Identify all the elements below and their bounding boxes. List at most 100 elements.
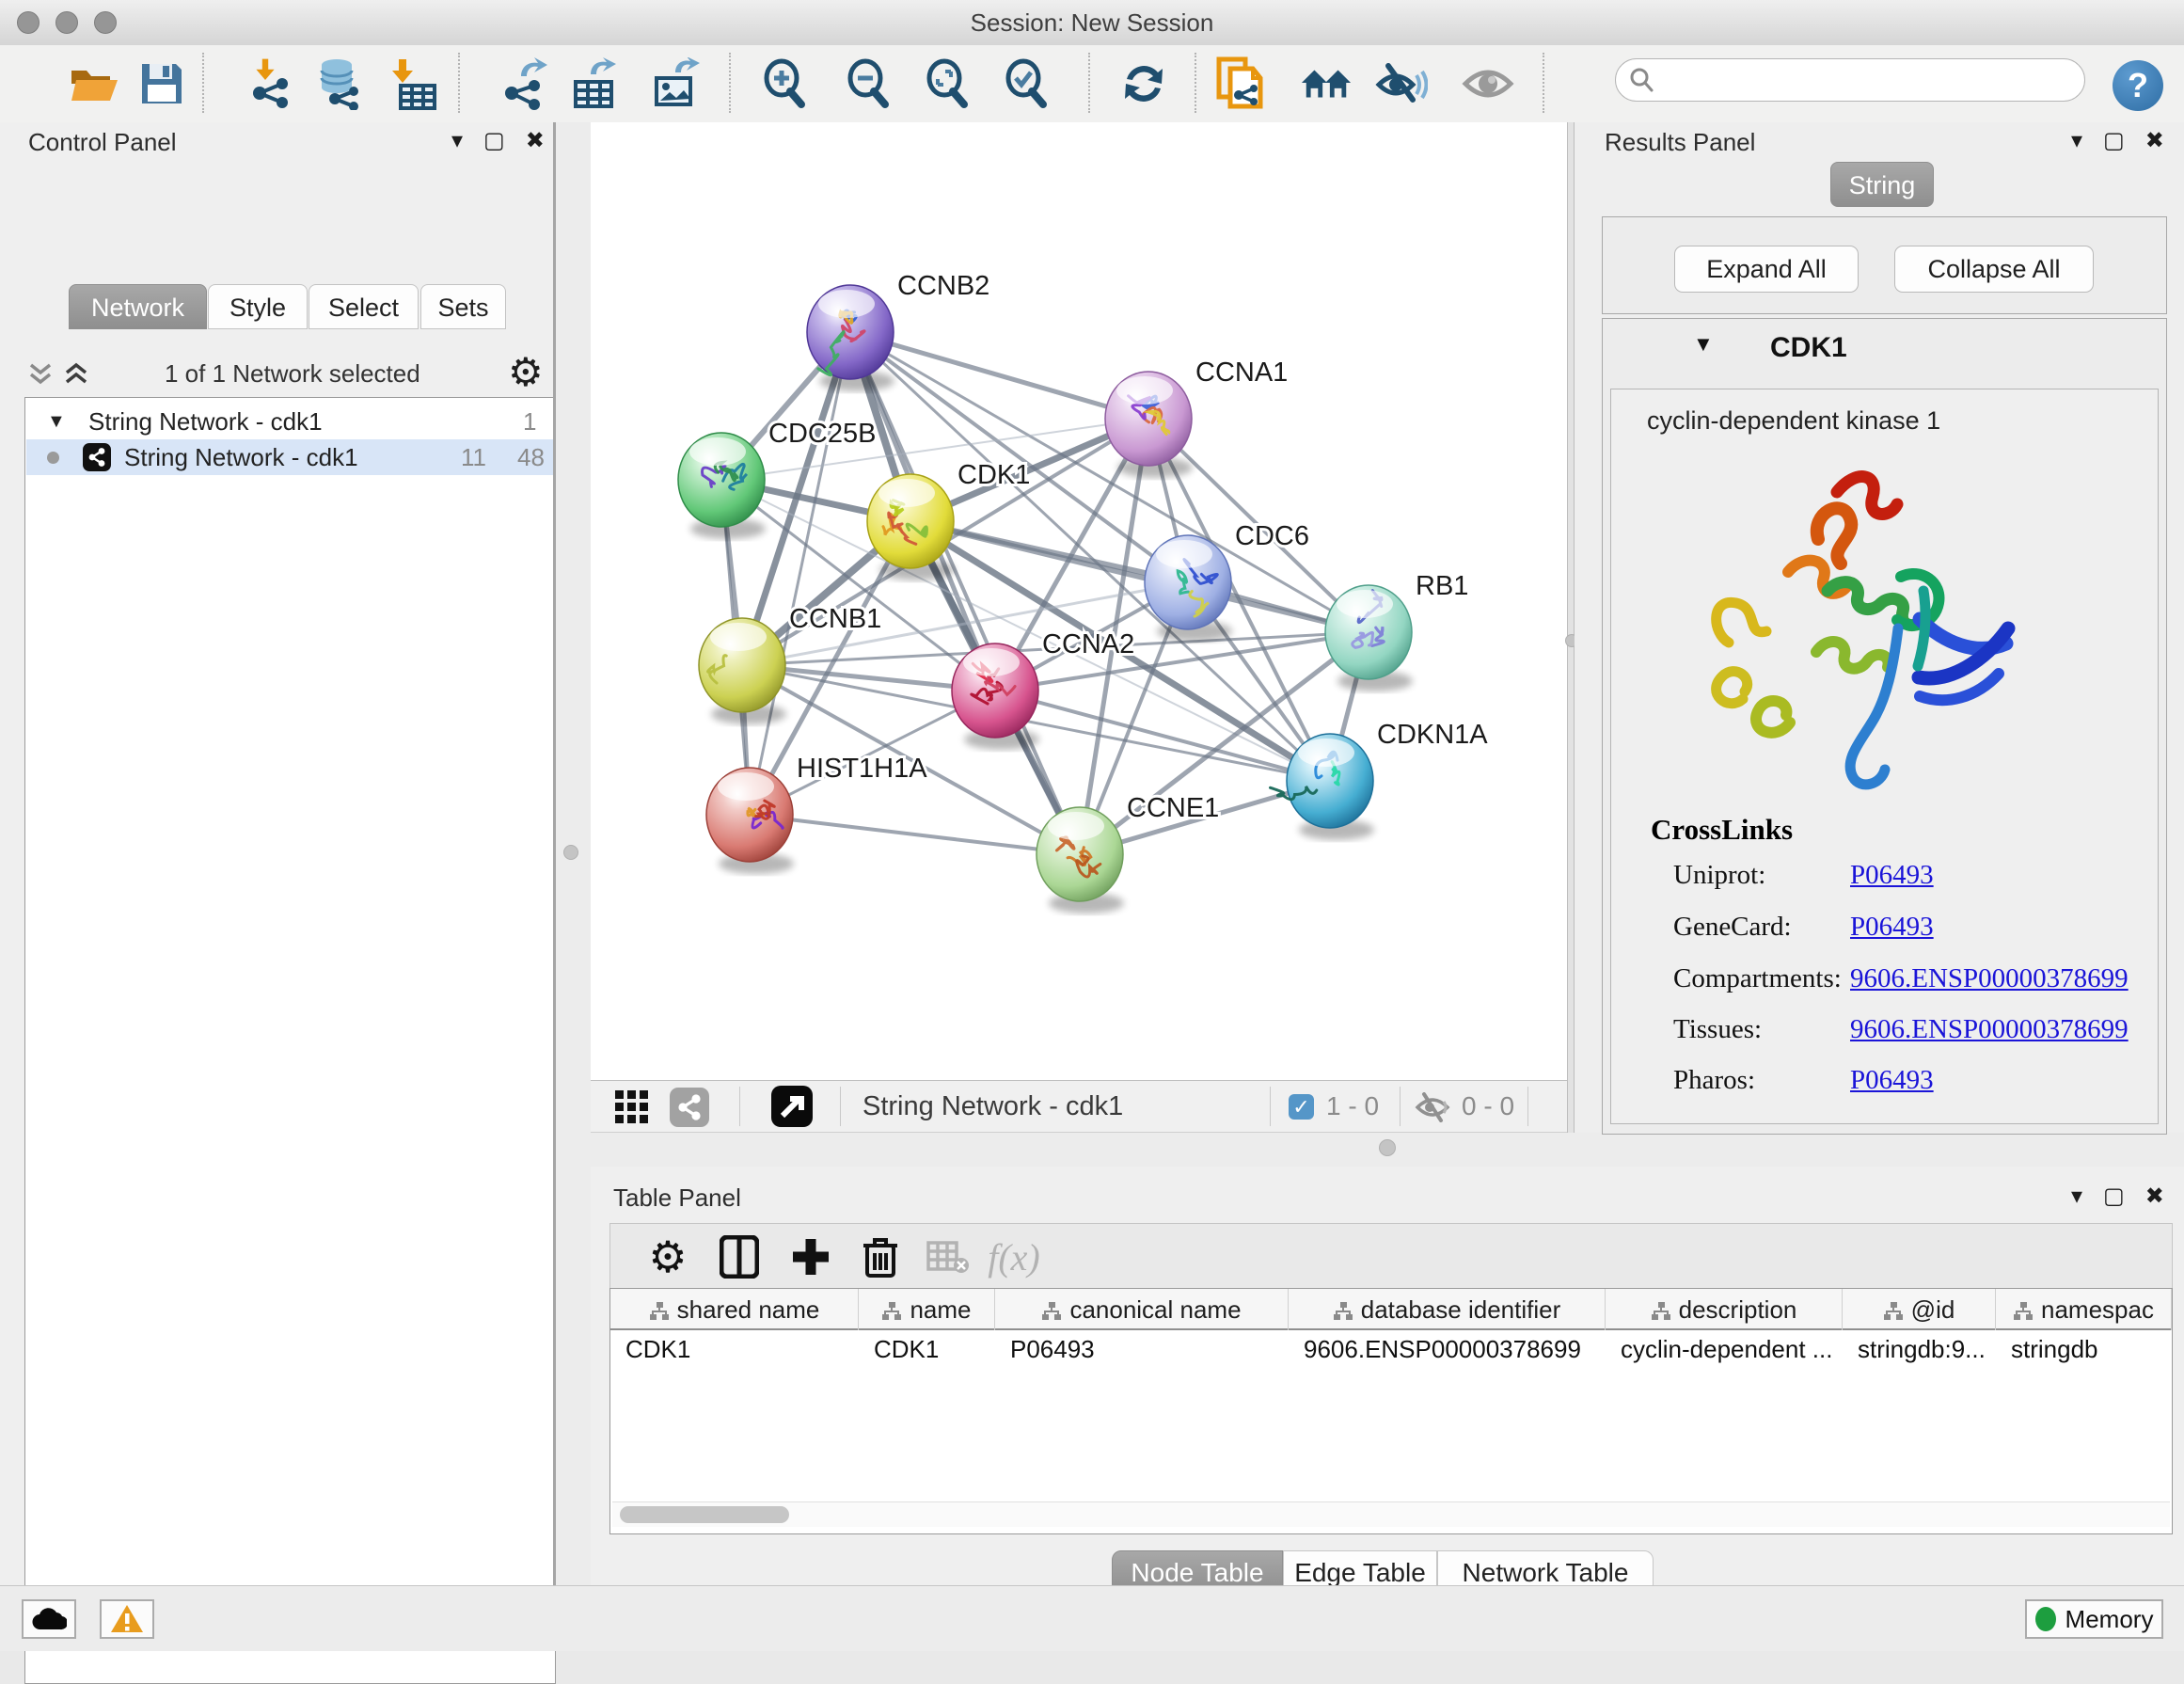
table-cell[interactable]: CDK1 bbox=[610, 1330, 859, 1368]
node-CDKN1A[interactable]: CDKN1A bbox=[1271, 720, 1489, 840]
table-cell[interactable]: cyclin-dependent ... bbox=[1606, 1330, 1843, 1368]
delete-table-button[interactable] bbox=[921, 1230, 975, 1284]
open-session-button[interactable] bbox=[68, 57, 120, 110]
splitter-grip[interactable] bbox=[1379, 1139, 1396, 1156]
node-CDK1[interactable]: CDK1 bbox=[867, 460, 1030, 580]
node-CCNA1[interactable]: CCNA1 bbox=[1105, 357, 1288, 478]
float-menu-icon[interactable]: ▾ bbox=[2071, 130, 2082, 152]
expand-all-icon[interactable] bbox=[64, 361, 88, 388]
clone-network-button[interactable] bbox=[1215, 57, 1268, 110]
column-header-name[interactable]: name bbox=[859, 1289, 995, 1330]
import-network-database-button[interactable] bbox=[312, 57, 365, 110]
save-icon bbox=[138, 60, 185, 107]
cloud-status-button[interactable] bbox=[22, 1599, 76, 1639]
tab-style[interactable]: Style bbox=[208, 284, 308, 329]
collapse-all-icon[interactable] bbox=[28, 361, 53, 388]
export-image-button[interactable] bbox=[649, 57, 702, 110]
column-header-description[interactable]: description bbox=[1606, 1289, 1843, 1330]
table-row[interactable]: CDK1CDK1P064939606.ENSP00000378699cyclin… bbox=[610, 1330, 2172, 1368]
grid-view-icon[interactable] bbox=[615, 1090, 649, 1124]
zoom-out-button[interactable] bbox=[842, 57, 894, 110]
close-panel-icon[interactable]: ✖ bbox=[2145, 1185, 2164, 1208]
string-results-tab[interactable]: String bbox=[1830, 162, 1934, 207]
column-header--id[interactable]: @id bbox=[1843, 1289, 1996, 1330]
table-options-button[interactable]: ⚙ bbox=[641, 1230, 695, 1284]
right-splitter[interactable] bbox=[1567, 122, 1575, 1133]
network-canvas[interactable]: CCNB2CCNA1CDC25BCDK1CDC6RB1CCNB1CCNA2CDK… bbox=[591, 122, 1567, 1080]
help-button[interactable]: ? bbox=[2113, 60, 2163, 111]
node-table[interactable]: shared namenamecanonical namedatabase id… bbox=[609, 1288, 2173, 1534]
expand-all-button[interactable]: Expand All bbox=[1674, 246, 1859, 293]
column-header-canonical-name[interactable]: canonical name bbox=[995, 1289, 1289, 1330]
zoom-in-button[interactable] bbox=[758, 57, 811, 110]
network-row[interactable]: String Network - cdk1 11 48 bbox=[26, 439, 554, 475]
save-session-button[interactable] bbox=[135, 57, 188, 110]
tab-network[interactable]: Network bbox=[69, 284, 207, 329]
table-cell[interactable]: P06493 bbox=[995, 1330, 1289, 1368]
node-RB1[interactable]: RB1 bbox=[1325, 571, 1468, 691]
float-panel-icon[interactable]: ▢ bbox=[2103, 130, 2125, 152]
zoom-fit-button[interactable] bbox=[921, 57, 973, 110]
show-columns-button[interactable] bbox=[712, 1230, 767, 1284]
tab-select[interactable]: Select bbox=[309, 284, 419, 329]
import-network-file-button[interactable] bbox=[243, 57, 295, 110]
memory-button[interactable]: Memory bbox=[2025, 1599, 2163, 1639]
search-input[interactable] bbox=[1655, 66, 2054, 94]
search-box[interactable] bbox=[1615, 58, 2085, 102]
tab-sets[interactable]: Sets bbox=[420, 284, 506, 329]
collection-expander-icon[interactable]: ▼ bbox=[47, 404, 66, 439]
refresh-view-button[interactable] bbox=[1117, 57, 1170, 110]
import-table-button[interactable] bbox=[388, 57, 440, 110]
scrollbar-thumb[interactable] bbox=[620, 1506, 789, 1523]
crosslink-link[interactable]: 9606.ENSP00000378699 bbox=[1850, 963, 2129, 994]
node-CCNE1[interactable]: CCNE1 bbox=[1037, 793, 1219, 913]
crosslink-link[interactable]: 9606.ENSP00000378699 bbox=[1850, 1014, 2129, 1045]
edge-HIST1H1A-CCNE1[interactable] bbox=[750, 815, 1080, 854]
network-collection-row[interactable]: ▼ String Network - cdk1 1 bbox=[26, 404, 554, 439]
table-cell[interactable]: stringdb:9... bbox=[1843, 1330, 1996, 1368]
reset-view-button[interactable] bbox=[1300, 57, 1353, 110]
delete-column-button[interactable] bbox=[853, 1230, 908, 1284]
crosslink-link[interactable]: P06493 bbox=[1850, 912, 1934, 943]
selected-checkbox-icon[interactable]: ✓ bbox=[1289, 1094, 1314, 1120]
float-panel-icon[interactable]: ▢ bbox=[2103, 1185, 2125, 1208]
collapse-all-button[interactable]: Collapse All bbox=[1894, 246, 2094, 293]
export-network-button[interactable] bbox=[497, 57, 549, 110]
network-options-gear-icon[interactable]: ⚙ bbox=[508, 356, 544, 389]
zoom-selected-button[interactable] bbox=[1000, 57, 1052, 110]
table-cell[interactable]: CDK1 bbox=[859, 1330, 995, 1368]
node-CDC6[interactable]: CDC6 bbox=[1145, 521, 1309, 642]
table-horizontal-scrollbar[interactable] bbox=[612, 1501, 2170, 1527]
hide-selected-button[interactable] bbox=[1375, 57, 1428, 110]
network-view-icon[interactable] bbox=[670, 1088, 709, 1127]
splitter-grip[interactable] bbox=[563, 845, 578, 860]
export-table-button[interactable] bbox=[568, 57, 621, 110]
network-graph[interactable]: CCNB2CCNA1CDC25BCDK1CDC6RB1CCNB1CCNA2CDK… bbox=[591, 122, 1567, 1080]
table-cell[interactable]: 9606.ENSP00000378699 bbox=[1289, 1330, 1606, 1368]
crosslink-link[interactable]: P06493 bbox=[1850, 860, 1934, 891]
node-CCNB2[interactable]: CCNB2 bbox=[807, 271, 989, 391]
edge-CCNB2-HIST1H1A[interactable] bbox=[750, 332, 850, 815]
float-menu-icon[interactable]: ▾ bbox=[451, 130, 463, 152]
float-menu-icon[interactable]: ▾ bbox=[2071, 1185, 2082, 1208]
column-header-database-identifier[interactable]: database identifier bbox=[1289, 1289, 1606, 1330]
column-header-shared-name[interactable]: shared name bbox=[610, 1289, 859, 1330]
table-cell[interactable]: stringdb bbox=[1996, 1330, 2172, 1368]
float-panel-icon[interactable]: ▢ bbox=[483, 130, 505, 152]
node-CCNB1[interactable]: CCNB1 bbox=[699, 604, 881, 724]
horizontal-splitter[interactable] bbox=[591, 1133, 2184, 1167]
network-nodes[interactable]: CCNB2CCNA1CDC25BCDK1CDC6RB1CCNB1CCNA2CDK… bbox=[678, 271, 1488, 913]
detach-view-icon[interactable] bbox=[771, 1086, 813, 1127]
node-label-CDC25B: CDC25B bbox=[768, 419, 876, 449]
close-panel-icon[interactable]: ✖ bbox=[526, 130, 545, 152]
crosslink-link[interactable]: P06493 bbox=[1850, 1065, 1934, 1096]
node-HIST1H1A[interactable]: HIST1H1A bbox=[706, 754, 927, 874]
close-panel-icon[interactable]: ✖ bbox=[2145, 130, 2164, 152]
collapse-section-icon[interactable]: ▼ bbox=[1693, 332, 1714, 357]
warnings-button[interactable] bbox=[100, 1599, 154, 1639]
show-all-button[interactable] bbox=[1462, 57, 1514, 110]
create-column-button[interactable] bbox=[783, 1230, 838, 1284]
column-header-namespac[interactable]: namespac bbox=[1996, 1289, 2172, 1330]
function-builder-button[interactable]: f(x) bbox=[987, 1230, 1041, 1284]
left-splitter[interactable] bbox=[553, 122, 591, 1585]
